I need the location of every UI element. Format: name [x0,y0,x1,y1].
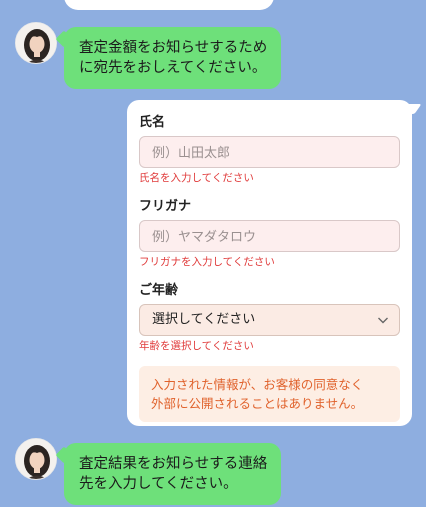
age-label: ご年齢 [139,283,179,298]
age-select-value: 選択してください [152,312,256,327]
age-select[interactable]: 選択してください [139,304,400,336]
privacy-notice: 入力された情報が、お客様の同意なく 外部に公開されることはありません。 [139,366,400,422]
name-field-group: 氏名 氏名を入力してください [139,114,400,186]
operator-avatar-icon [15,438,57,480]
kana-input[interactable] [139,220,400,252]
age-error-message: 年齢を選択してください [139,340,254,352]
name-input[interactable] [139,136,400,168]
contact-form-card: 氏名 氏名を入力してください フリガナ フリガナを入力してください ご年齢 選択… [127,100,412,426]
kana-label: フリガナ [139,199,192,214]
chat-message-bubble: 査定結果をお知らせする連絡 先を入力してください。 [64,443,282,505]
age-field-group: ご年齢 選択してください 年齢を選択してください [139,282,400,354]
kana-error-message: フリガナを入力してください [139,256,275,268]
kana-field-group: フリガナ フリガナを入力してください [139,198,400,270]
chat-message-bubble: 査定金額をお知らせするため に宛先をおしえてください。 [64,27,282,89]
name-label: 氏名 [139,115,166,130]
previous-message-bubble [64,0,274,10]
operator-avatar-icon [15,22,57,64]
chevron-down-icon [378,317,388,324]
name-error-message: 氏名を入力してください [139,172,254,184]
